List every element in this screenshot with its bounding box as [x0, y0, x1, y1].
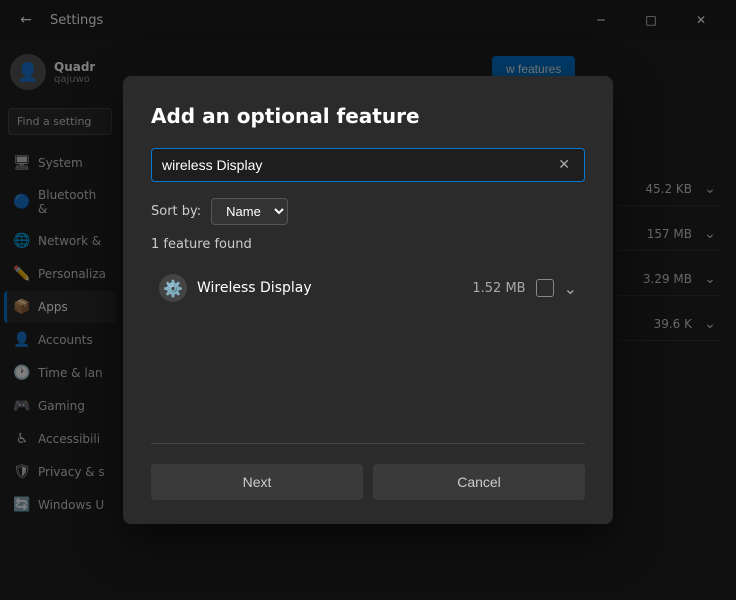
feature-search-input[interactable] — [162, 149, 554, 181]
next-button[interactable]: Next — [151, 464, 363, 500]
add-optional-feature-modal: Add an optional feature ✕ Sort by: Name … — [123, 76, 613, 524]
result-count: 1 feature found — [151, 237, 585, 252]
modal-overlay: Add an optional feature ✕ Sort by: Name … — [0, 0, 736, 600]
sort-row-modal: Sort by: Name Size — [151, 198, 585, 225]
feature-gear-icon: ⚙️ — [159, 274, 187, 302]
feature-list: ⚙️ Wireless Display 1.52 MB ⌄ — [151, 264, 585, 444]
modal-footer: Next Cancel — [151, 464, 585, 500]
cancel-button[interactable]: Cancel — [373, 464, 585, 500]
feature-name: Wireless Display — [197, 280, 462, 296]
sort-by-select[interactable]: Name Size — [211, 198, 288, 225]
feature-checkbox[interactable] — [536, 279, 554, 297]
feature-size: 1.52 MB — [472, 281, 525, 296]
search-bar: ✕ — [151, 148, 585, 182]
sort-by-label: Sort by: — [151, 204, 201, 219]
feature-item-wireless-display[interactable]: ⚙️ Wireless Display 1.52 MB ⌄ — [151, 264, 585, 312]
modal-title: Add an optional feature — [151, 104, 585, 128]
feature-chevron-icon[interactable]: ⌄ — [564, 279, 577, 298]
search-clear-button[interactable]: ✕ — [554, 153, 574, 177]
